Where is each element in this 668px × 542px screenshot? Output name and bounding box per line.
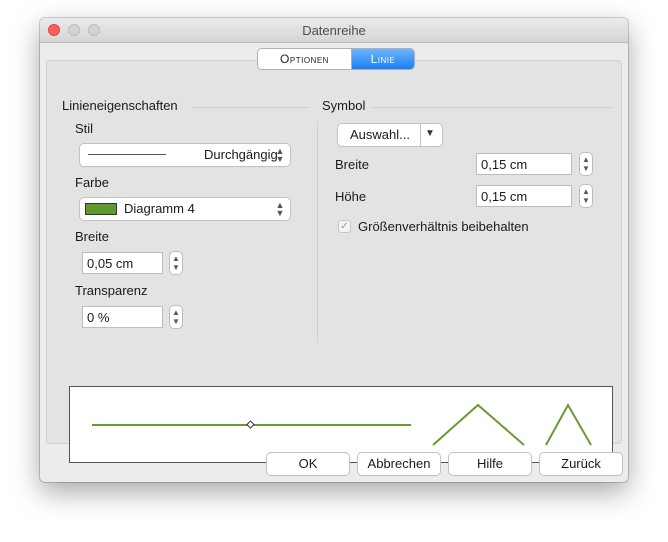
symbol-select-button[interactable]: Auswahl... ▼	[338, 124, 442, 146]
transparency-input[interactable]: 0 %	[82, 306, 163, 328]
ok-button[interactable]: OK	[267, 453, 349, 475]
popup-arrows-icon: ▲ ▼	[275, 146, 285, 164]
transparency-stepper[interactable]: ▲ ▼	[170, 306, 182, 328]
reset-button[interactable]: Zurück	[540, 453, 622, 475]
line-width-input[interactable]: 0,05 cm	[82, 252, 163, 274]
transparency-label: Transparenz	[75, 283, 148, 298]
checkmark-icon: ✓	[340, 221, 349, 232]
symbol-width-input[interactable]: 0,15 cm	[476, 153, 572, 175]
window-title: Datenreihe	[302, 23, 366, 38]
line-style-sample-icon	[88, 154, 166, 155]
popup-arrows-icon: ▲ ▼	[275, 200, 285, 218]
color-label: Farbe	[75, 175, 109, 190]
line-style-value: Durchgängig	[204, 147, 278, 162]
preview-symbol-marker	[246, 420, 255, 429]
cancel-button[interactable]: Abbrechen	[358, 453, 440, 475]
vertical-separator	[317, 121, 318, 343]
help-button[interactable]: Hilfe	[449, 453, 531, 475]
dialog-window: Datenreihe Linieneigenschaften Stil Durc…	[40, 18, 628, 482]
line-properties-title: Linieneigenschaften	[62, 98, 178, 113]
line-color-value: Diagramm 4	[124, 201, 195, 216]
keep-ratio-label: Größenverhältnis beibehalten	[358, 219, 529, 234]
section-divider	[192, 107, 310, 108]
preview-angle-line-large	[432, 403, 525, 446]
symbol-width-stepper[interactable]: ▲ ▼	[580, 153, 592, 175]
keep-ratio-checkbox[interactable]: ✓	[338, 220, 351, 233]
section-divider	[372, 107, 612, 108]
line-width-stepper[interactable]: ▲ ▼	[170, 252, 182, 274]
line-style-select[interactable]: Durchgängig ▲ ▼	[80, 144, 290, 166]
line-preview	[69, 386, 613, 463]
title-bar: Datenreihe	[40, 18, 628, 43]
symbol-height-stepper[interactable]: ▲ ▼	[580, 185, 592, 207]
line-width-label: Breite	[75, 229, 109, 244]
symbol-width-label: Breite	[335, 157, 369, 172]
symbol-select-label: Auswahl...	[350, 127, 410, 142]
style-label: Stil	[75, 121, 94, 136]
preview-angle-line-small	[545, 402, 592, 446]
line-color-select[interactable]: Diagramm 4 ▲ ▼	[80, 198, 290, 220]
symbol-height-label: Höhe	[335, 189, 367, 204]
preview-canvas	[92, 402, 592, 446]
color-swatch-icon	[85, 203, 117, 215]
tab-linie[interactable]: Linie	[352, 49, 414, 69]
symbol-section-title: Symbol	[322, 98, 366, 113]
tab-content-panel: Linieneigenschaften Stil Durchgängig ▲ ▼ …	[46, 60, 622, 463]
tab-bar: Optionen Linie	[258, 49, 414, 69]
tab-optionen[interactable]: Optionen	[258, 49, 352, 69]
dropdown-separator	[420, 124, 421, 146]
symbol-height-input[interactable]: 0,15 cm	[476, 185, 572, 207]
dropdown-arrow-icon: ▼	[425, 128, 435, 139]
